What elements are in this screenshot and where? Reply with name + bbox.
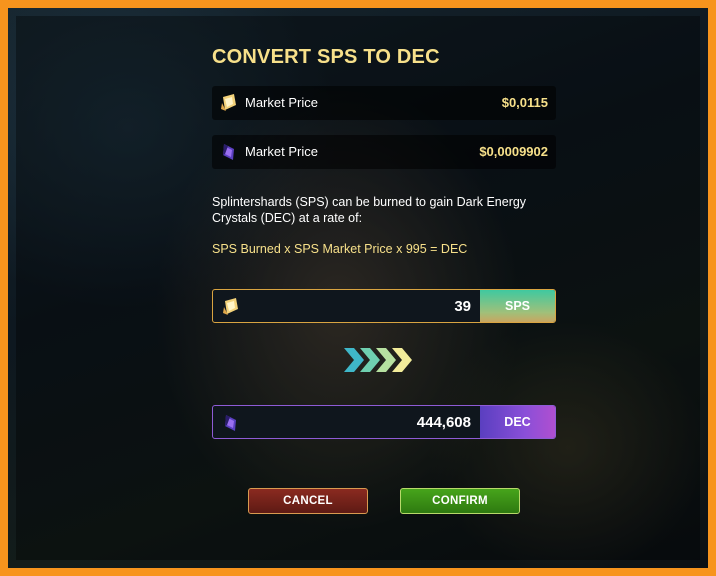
cancel-button[interactable]: CANCEL: [248, 488, 368, 514]
market-price-label: Market Price: [245, 144, 318, 159]
conversion-description: Splintershards (SPS) can be burned to ga…: [212, 195, 527, 225]
dec-amount-field: 444,608 DEC: [212, 405, 556, 439]
confirm-button[interactable]: CONFIRM: [400, 488, 520, 514]
sps-token-icon: [223, 298, 238, 315]
dec-crystal-icon: [223, 144, 234, 160]
sps-token-icon: [221, 94, 236, 111]
dec-amount-value: 444,608: [416, 414, 471, 431]
sps-amount-input[interactable]: 39: [454, 298, 471, 315]
dialog-title: CONVERT SPS TO DEC: [212, 46, 440, 68]
dec-market-price-row: Market Price $0,0009902: [212, 135, 556, 169]
sps-unit-badge: SPS: [480, 290, 555, 322]
sps-market-price-row: Market Price $0,0115: [212, 86, 556, 120]
dec-crystal-icon: [225, 415, 236, 431]
dec-price-value: $0,0009902: [479, 144, 548, 159]
conversion-formula: SPS Burned x SPS Market Price x 995 = DE…: [212, 242, 468, 256]
dec-unit-badge: DEC: [480, 406, 555, 438]
sps-amount-field[interactable]: 39 SPS: [212, 289, 556, 323]
chevron-right-arrows-icon: [344, 348, 412, 372]
market-price-label: Market Price: [245, 95, 318, 110]
sps-price-value: $0,0115: [501, 95, 548, 110]
